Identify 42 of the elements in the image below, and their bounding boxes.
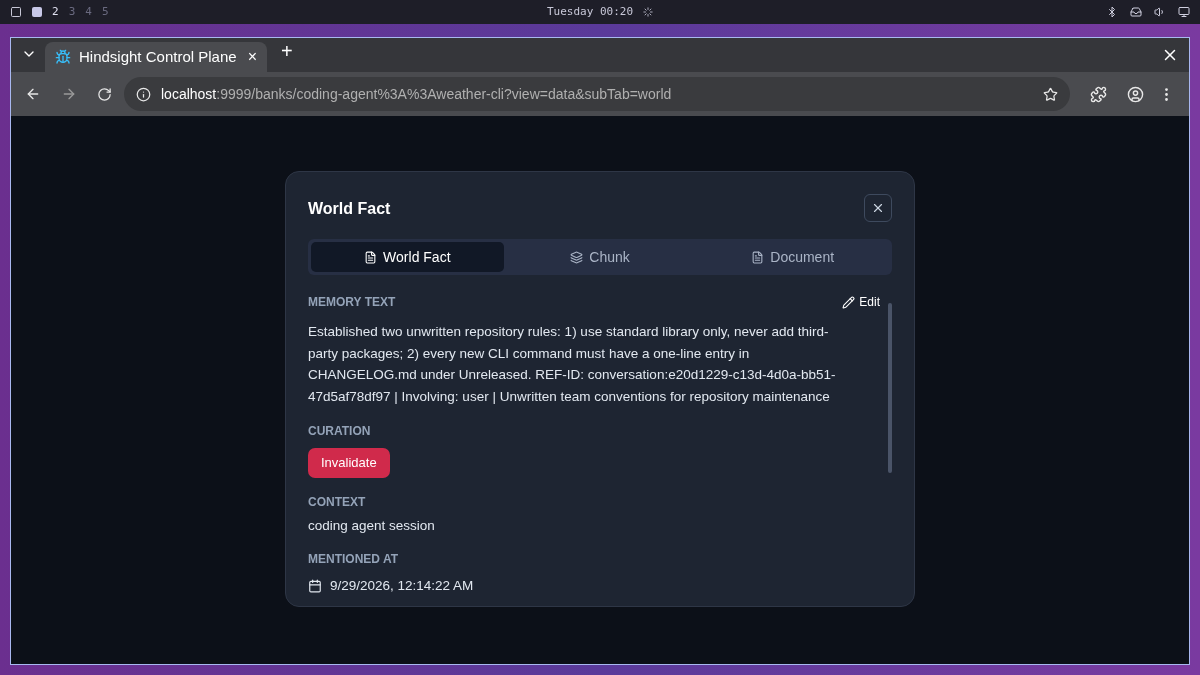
extensions-icon[interactable] [1090, 85, 1107, 103]
clock: Tuesday 00:20 [546, 3, 634, 20]
back-icon[interactable] [25, 86, 41, 102]
dialog-title: World Fact [308, 199, 391, 219]
memory-text: Established two unwritten repository rules: 1) use standard library only, never add third-party packages; 2) every new CLI command must have a one-line entry in CHANGELOG.md under Unreleased. REF-ID: conversation:e20d1229-c13d-4d0a-bb51-47d5af78df97 | Involving: user | Unwritten team conventions for repository maintenance [308, 323, 837, 406]
dialog-tab[interactable]: Document [696, 242, 889, 272]
close-tab-button[interactable]: × [247, 45, 257, 69]
section-heading: CONTEXT [308, 494, 366, 511]
document-icon [751, 250, 765, 264]
edit-button[interactable]: Edit [842, 293, 880, 311]
forward-icon[interactable] [61, 86, 77, 102]
invalidate-button[interactable]: Invalidate [308, 448, 390, 478]
profile-icon[interactable] [1127, 85, 1144, 103]
layers-icon [570, 250, 584, 264]
context-value: coding agent session [308, 517, 435, 535]
active-workspace-icon[interactable] [32, 7, 42, 17]
display-icon[interactable] [1178, 6, 1190, 18]
loading-icon [643, 7, 654, 17]
mentioned-date: 9/29/2026, 12:14:22 AM [330, 577, 474, 596]
dialog-tab[interactable]: Chunk [503, 242, 697, 272]
bluetooth-icon[interactable] [1106, 6, 1118, 18]
reload-icon[interactable] [97, 86, 112, 102]
volume-icon[interactable] [1154, 6, 1166, 18]
section-heading: MEMORY TEXT [308, 294, 396, 311]
pencil-icon [842, 295, 856, 309]
workspace-number[interactable]: 2 [52, 3, 59, 21]
browser-tab[interactable]: Hindsight Control Plane × [45, 42, 267, 72]
close-icon [871, 201, 885, 215]
window-layout-icon[interactable] [10, 6, 22, 18]
address-bar[interactable]: localhost:9999/banks/coding-agent%3A%3Aweather-cli?view=data&subTab=world [124, 77, 1070, 111]
close-button[interactable] [864, 194, 892, 222]
new-tab-button[interactable]: + [281, 36, 293, 66]
tab-title: Hindsight Control Plane [79, 46, 238, 67]
document-icon [364, 250, 378, 264]
calendar-icon [308, 579, 322, 594]
app-favicon-icon [55, 49, 71, 65]
url-text: localhost:9999/banks/coding-agent%3A%3Aweather-cli?view=data&subTab=world [161, 84, 673, 104]
section-heading: MENTIONED AT [308, 551, 398, 569]
site-info-icon[interactable] [136, 86, 151, 102]
bookmark-star-icon[interactable] [1043, 86, 1058, 102]
dialog-tab[interactable]: World Fact [311, 242, 504, 272]
section-heading: CURATION [308, 423, 371, 440]
